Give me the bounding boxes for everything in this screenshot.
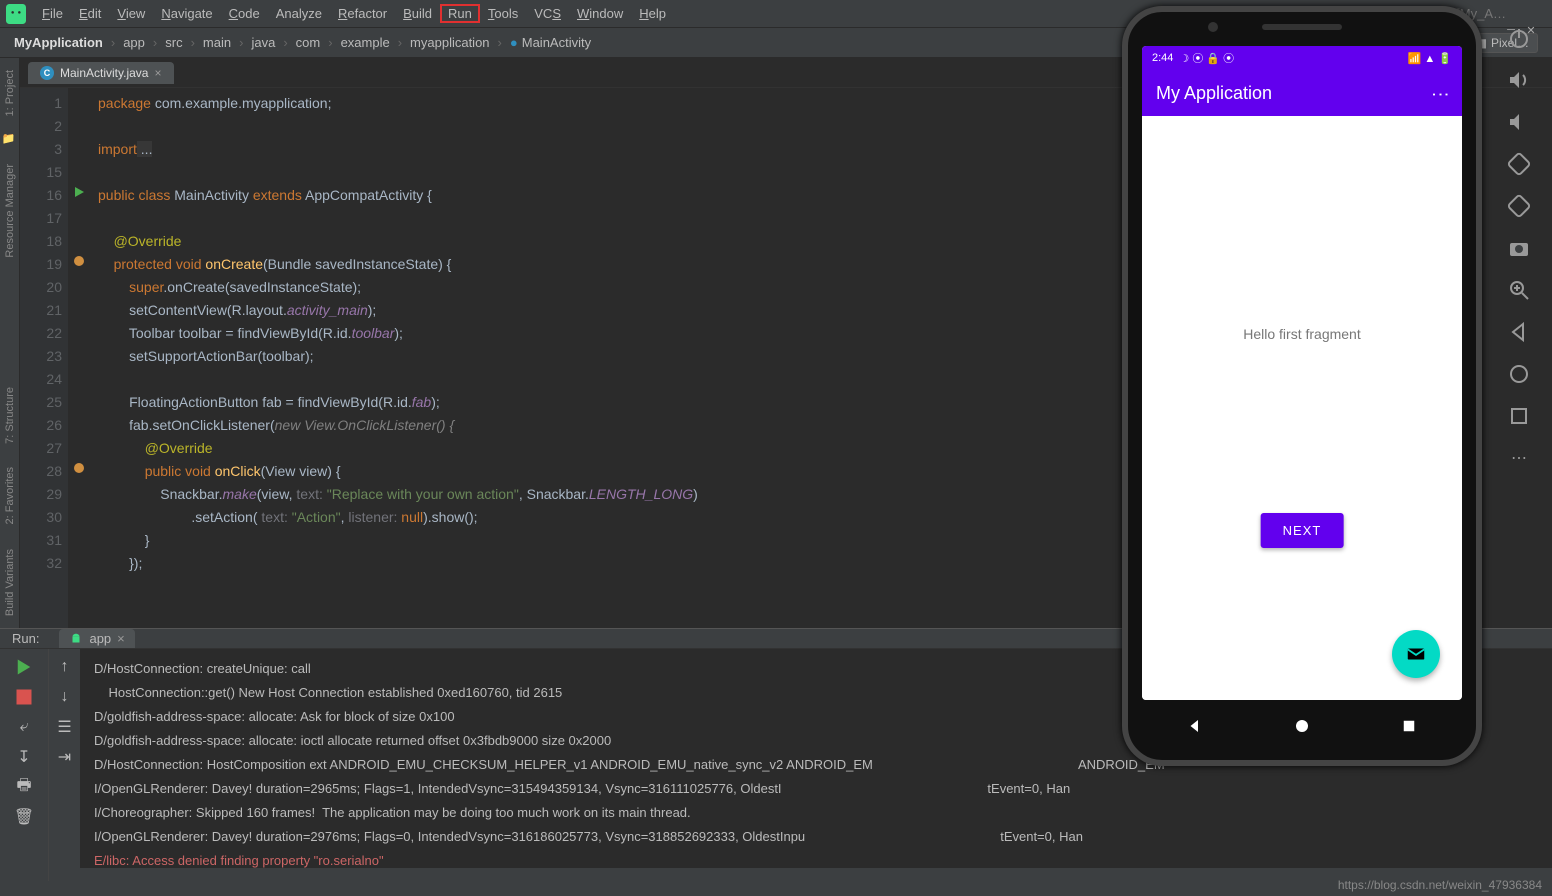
minimize-icon[interactable]: ─ xyxy=(1504,24,1518,38)
menu-refactor[interactable]: Refactor xyxy=(330,4,395,23)
crumb-app[interactable]: app xyxy=(119,33,149,52)
emulator-window-controls: ─ ✕ xyxy=(1504,24,1538,38)
menu-analyze[interactable]: Analyze xyxy=(268,4,330,23)
menu-view[interactable]: View xyxy=(109,4,153,23)
menu-vcs[interactable]: VCS xyxy=(526,4,569,23)
tab-mainactivity[interactable]: C MainActivity.java × xyxy=(28,62,174,84)
menu-help[interactable]: Help xyxy=(631,4,674,23)
menu-edit[interactable]: Edit xyxy=(71,4,109,23)
android-navbar xyxy=(1142,706,1462,746)
nav-overview-icon[interactable] xyxy=(1400,717,1418,735)
mail-icon xyxy=(1405,643,1427,665)
status-icons-right: 📶 ▲ 🔋 xyxy=(1408,52,1452,65)
tool-build-variants[interactable]: Build Variants xyxy=(4,549,16,616)
crumb-java[interactable]: java xyxy=(247,33,279,52)
volume-up-icon[interactable] xyxy=(1507,68,1531,92)
app-content: Hello first fragment NEXT xyxy=(1142,116,1462,700)
volume-down-icon[interactable] xyxy=(1507,110,1531,134)
status-icons-left: ☽ ⦿ 🔒 ⦿ xyxy=(1179,50,1234,66)
up-icon[interactable]: ↑ xyxy=(55,657,75,677)
breadcrumb: MyApplication › app› src› main› java› co… xyxy=(10,33,595,52)
emulator: 2:44 ☽ ⦿ 🔒 ⦿ 📶 ▲ 🔋 My Application ⋮ Hell… xyxy=(1122,6,1482,796)
soft-wrap-icon[interactable]: ⤶ xyxy=(14,717,34,737)
stop-icon[interactable] xyxy=(14,687,34,707)
menu-code[interactable]: Code xyxy=(221,4,268,23)
android-statusbar: 2:44 ☽ ⦿ 🔒 ⦿ 📶 ▲ 🔋 xyxy=(1142,46,1462,70)
crumb-class[interactable]: MainActivity xyxy=(506,33,595,52)
rotate-left-icon[interactable] xyxy=(1507,152,1531,176)
run-tool-strip: ⤶ ↧ 🖶 🗑 xyxy=(0,649,48,881)
crumb-project[interactable]: MyApplication xyxy=(10,33,107,52)
crumb-src[interactable]: src xyxy=(161,33,186,52)
crumb-myapp[interactable]: myapplication xyxy=(406,33,494,52)
tab-label: MainActivity.java xyxy=(60,66,148,80)
close-icon[interactable]: × xyxy=(117,631,125,646)
run-label: Run: xyxy=(12,631,39,646)
overflow-menu-icon[interactable]: ⋮ xyxy=(1430,85,1451,101)
export-icon[interactable]: ⇥ xyxy=(55,747,75,767)
folder-icon[interactable]: 📁 xyxy=(2,132,18,148)
menu-tools[interactable]: Tools xyxy=(480,4,526,23)
close-icon[interactable]: ✕ xyxy=(1524,24,1538,38)
next-button[interactable]: NEXT xyxy=(1261,513,1344,548)
override-gutter-icon-2[interactable] xyxy=(70,456,88,479)
override-gutter-icon[interactable] xyxy=(70,249,88,272)
speaker xyxy=(1262,24,1342,30)
chevron-right-icon: › xyxy=(109,35,117,50)
emulator-toolbar: ⋯ xyxy=(1494,18,1544,470)
camera-dot xyxy=(1208,22,1218,32)
fragment-text: Hello first fragment xyxy=(1142,326,1462,342)
home-icon[interactable] xyxy=(1507,362,1531,386)
overview-icon[interactable] xyxy=(1507,404,1531,428)
menu-run[interactable]: Run xyxy=(440,4,480,23)
left-tool-rail: 1: Project 📁 Resource Manager 7: Structu… xyxy=(0,58,20,628)
camera-icon[interactable] xyxy=(1507,236,1531,260)
menu-window[interactable]: Window xyxy=(569,4,631,23)
zoom-icon[interactable] xyxy=(1507,278,1531,302)
back-icon[interactable] xyxy=(1507,320,1531,344)
nav-back-icon[interactable] xyxy=(1186,717,1204,735)
rotate-right-icon[interactable] xyxy=(1507,194,1531,218)
nav-home-icon[interactable] xyxy=(1293,717,1311,735)
tool-favorites[interactable]: 2: Favorites xyxy=(4,467,16,524)
crumb-main[interactable]: main xyxy=(199,33,235,52)
scroll-end-icon[interactable]: ↧ xyxy=(14,747,34,767)
run-tab-app[interactable]: app × xyxy=(59,629,134,648)
clock: 2:44 xyxy=(1152,52,1173,64)
clear-icon[interactable]: 🗑 xyxy=(14,807,34,827)
tool-project[interactable]: 1: Project xyxy=(4,70,16,116)
run-tab-label: app xyxy=(89,631,111,646)
print-icon[interactable]: 🖶 xyxy=(14,777,34,797)
app-title: My Application xyxy=(1156,83,1272,104)
close-icon[interactable]: × xyxy=(154,66,161,80)
menu-build[interactable]: Build xyxy=(395,4,440,23)
phone-screen[interactable]: 2:44 ☽ ⦿ 🔒 ⦿ 📶 ▲ 🔋 My Application ⋮ Hell… xyxy=(1142,46,1462,700)
phone-frame: 2:44 ☽ ⦿ 🔒 ⦿ 📶 ▲ 🔋 My Application ⋮ Hell… xyxy=(1122,6,1482,766)
android-studio-logo xyxy=(6,4,26,24)
status-bar: https://blog.csdn.net/weixin_47936384 xyxy=(1328,876,1552,896)
filter-icon[interactable]: ☰ xyxy=(55,717,75,737)
rerun-icon[interactable] xyxy=(14,657,34,677)
fab-button[interactable] xyxy=(1392,630,1440,678)
crumb-com[interactable]: com xyxy=(292,33,325,52)
down-icon[interactable]: ↓ xyxy=(55,687,75,707)
run-gutter-icon[interactable] xyxy=(70,180,88,203)
menu-navigate[interactable]: Navigate xyxy=(153,4,220,23)
gutter: 123151617181920212223242526272829303132 xyxy=(20,88,68,628)
tool-structure[interactable]: 7: Structure xyxy=(4,387,16,444)
menu-file[interactable]: FFileile xyxy=(34,4,71,23)
more-icon[interactable]: ⋯ xyxy=(1507,446,1531,470)
crumb-example[interactable]: example xyxy=(337,33,394,52)
app-bar: My Application ⋮ xyxy=(1142,70,1462,116)
tool-resource-manager[interactable]: Resource Manager xyxy=(4,164,16,258)
class-icon: C xyxy=(40,66,54,80)
